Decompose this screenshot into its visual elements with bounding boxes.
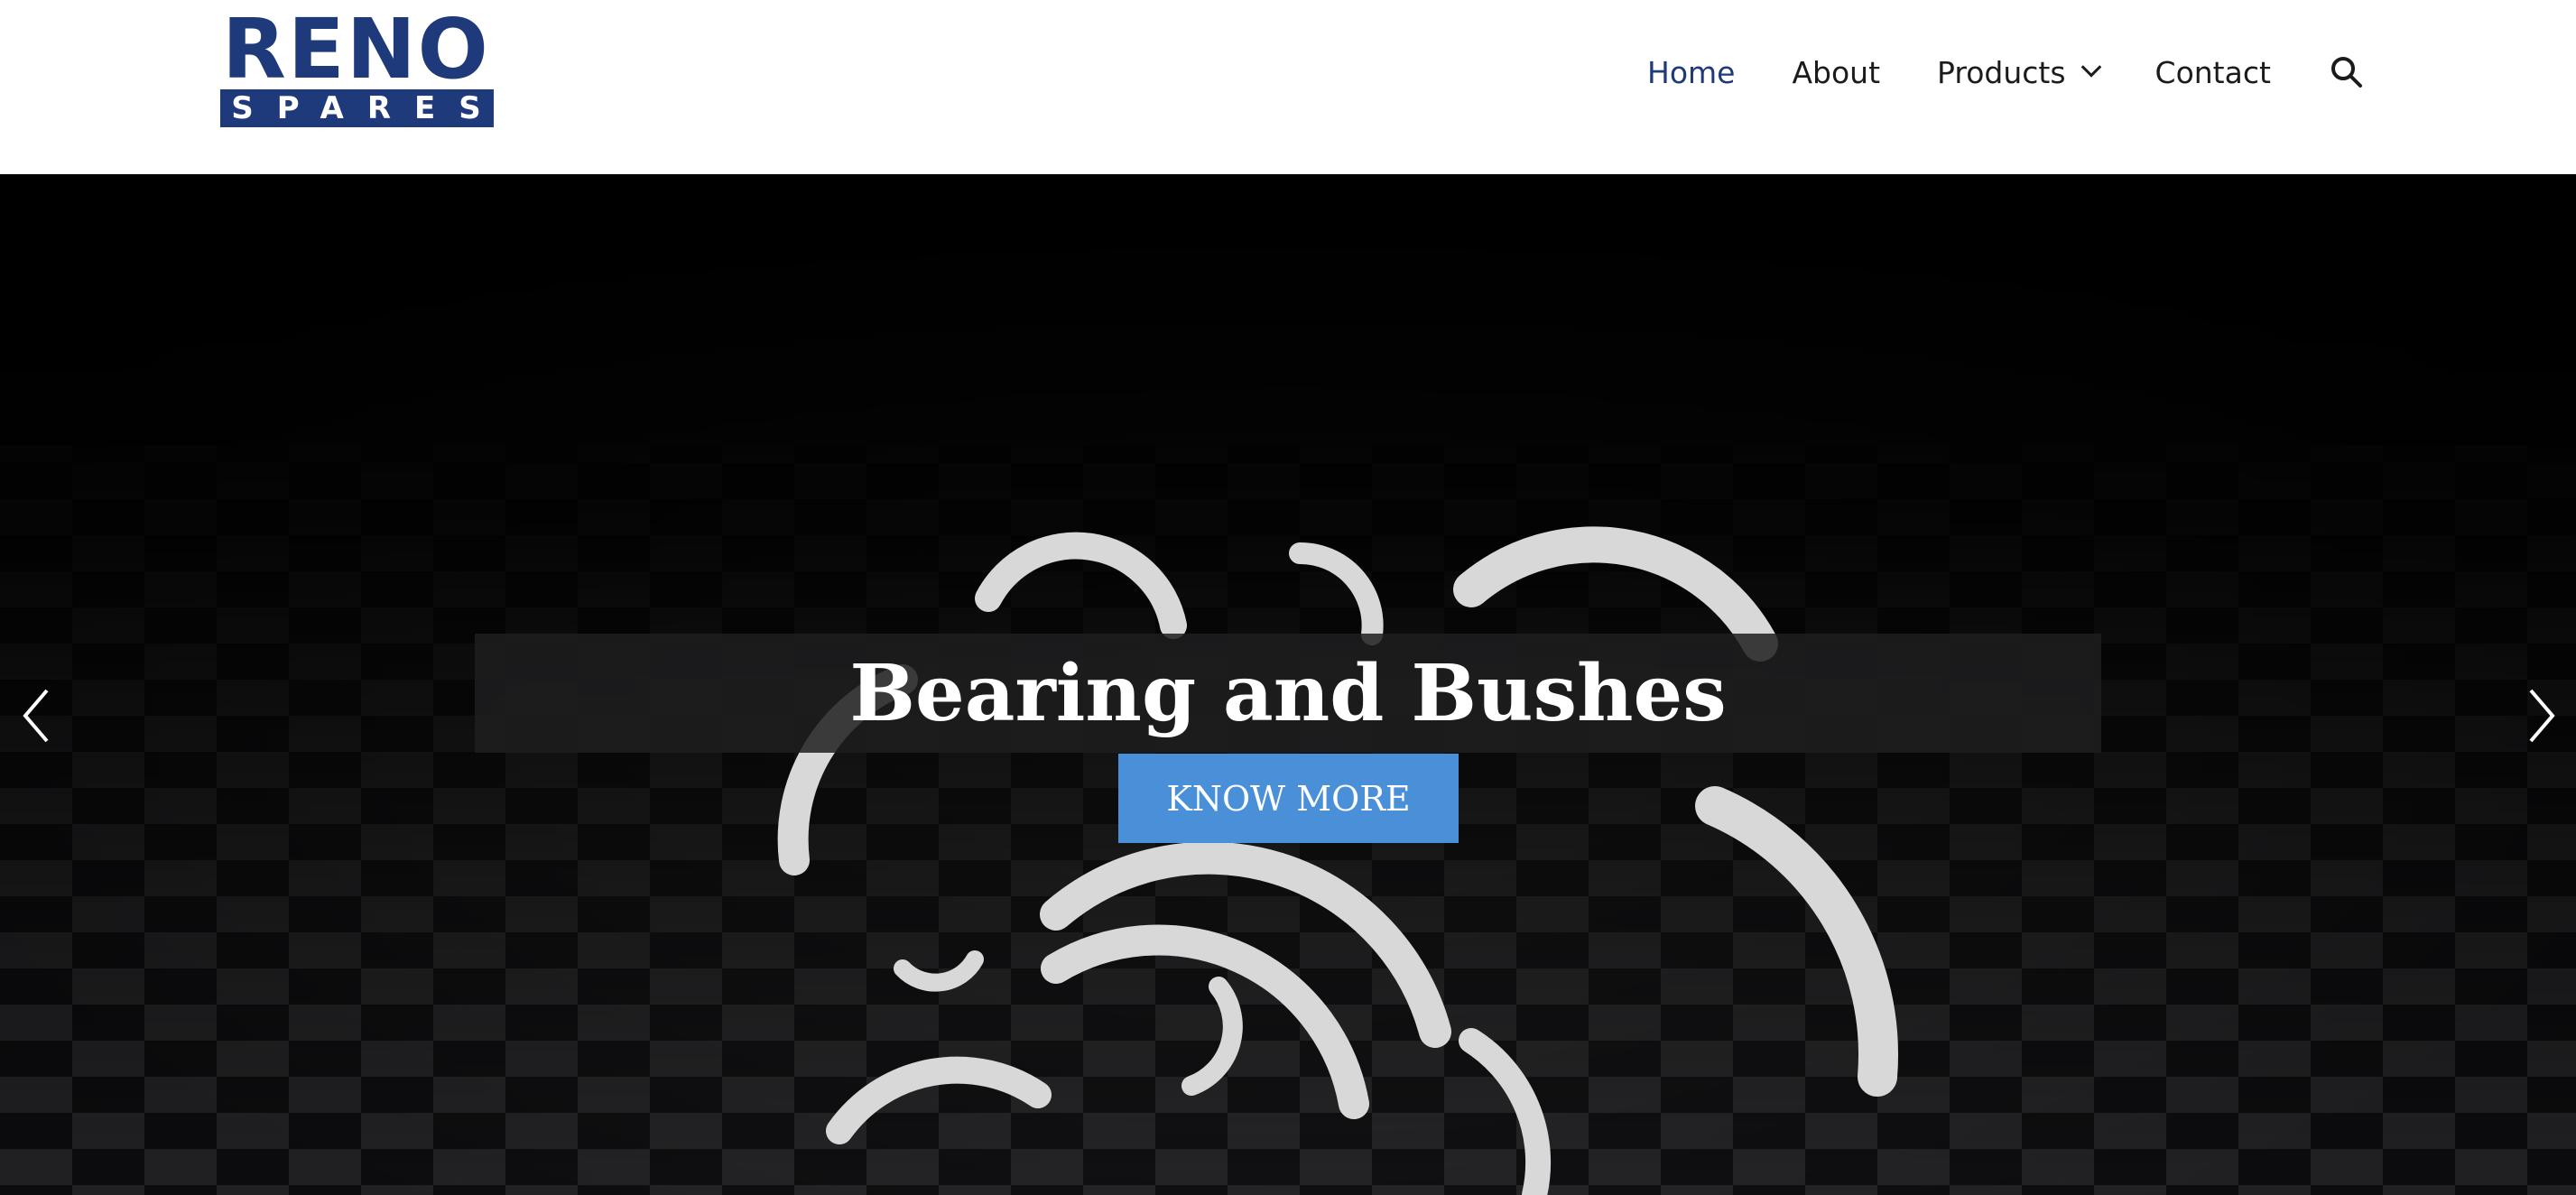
nav-contact-link[interactable]: Contact (2155, 45, 2271, 99)
site-header: RENO SPARES Home About Products Contact (0, 0, 2576, 174)
chevron-left-icon[interactable] (11, 680, 65, 752)
main-nav: Home About Products Contact (1625, 45, 2365, 99)
logo-tagline: SPARES (231, 90, 505, 126)
nav-home-link[interactable]: Home (1647, 45, 1735, 99)
nav-about-link[interactable]: About (1792, 45, 1880, 99)
logo-brand-name: RENO (222, 1, 490, 97)
hero-title: Bearing and Bushes (849, 647, 1727, 739)
know-more-button[interactable]: KNOW MORE (1118, 754, 1459, 843)
nav-products-link[interactable]: Products (1937, 45, 2101, 99)
nav-products-label: Products (1937, 54, 2066, 90)
logo-tagline-bar: SPARES (220, 89, 494, 127)
reno-spares-logo[interactable]: RENO SPARES (220, 1, 500, 128)
chevron-right-icon[interactable] (2513, 680, 2567, 752)
search-icon[interactable] (2329, 54, 2365, 90)
chevron-down-icon (2080, 57, 2101, 78)
logo-wordmark: RENO (220, 1, 500, 97)
hero-slider: Bearing and Bushes KNOW MORE (0, 174, 2576, 1195)
